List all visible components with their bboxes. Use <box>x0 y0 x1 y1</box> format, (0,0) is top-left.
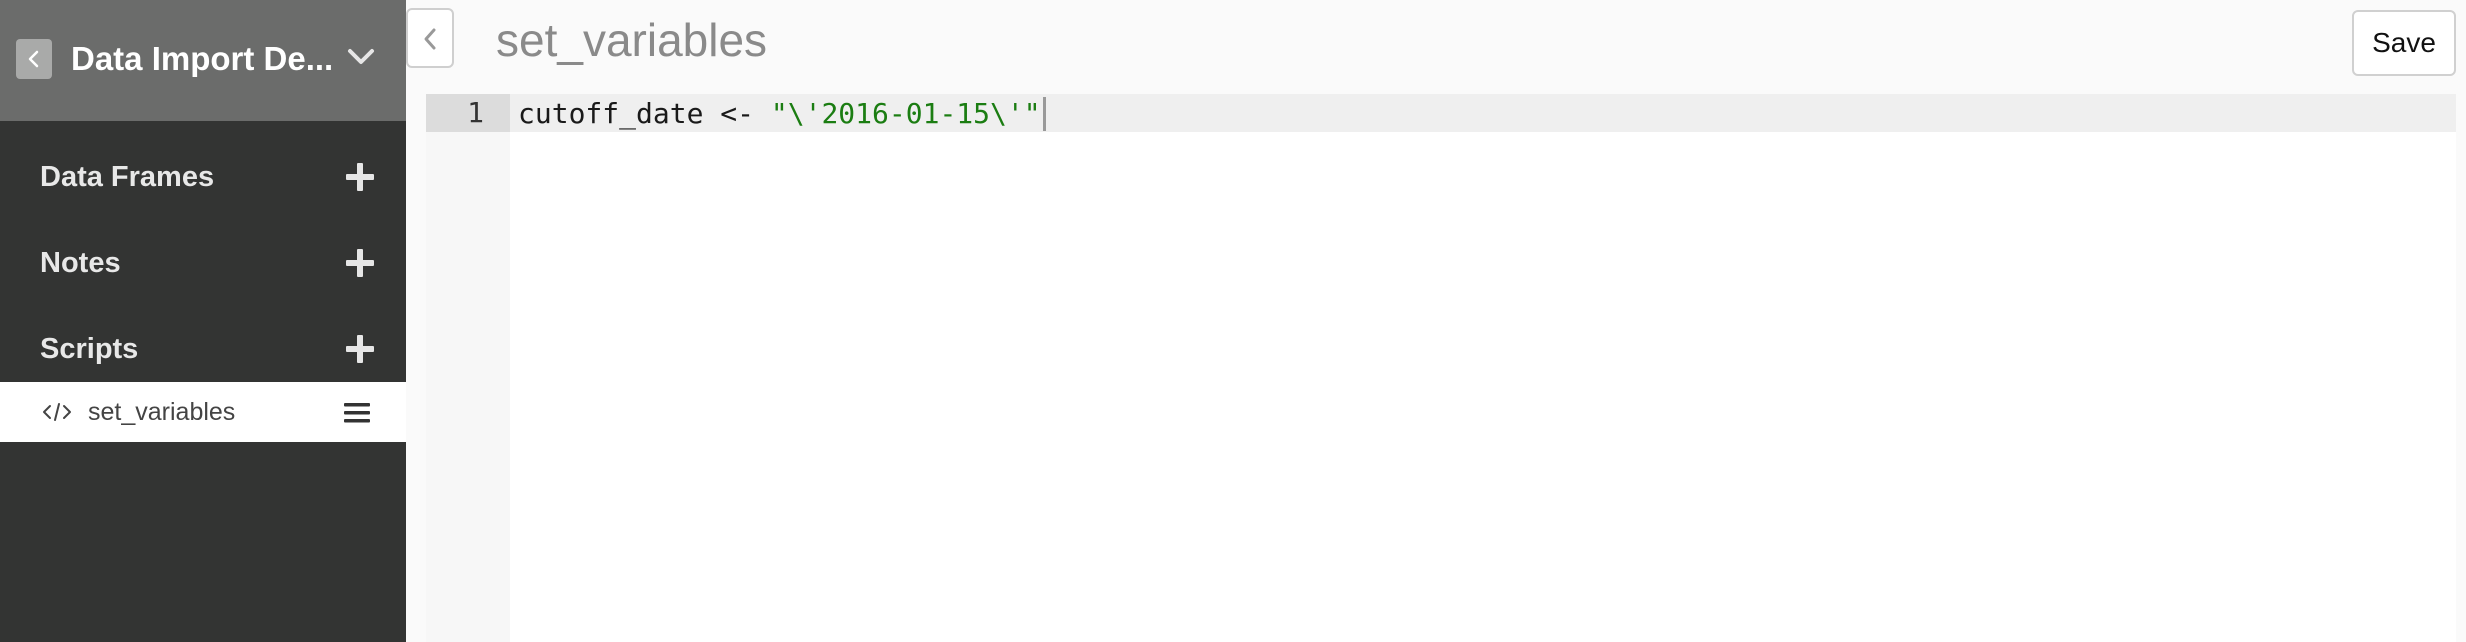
line-gutter: 1 <box>426 94 510 642</box>
sidebar-item-set-variables[interactable]: set_variables <box>0 382 406 442</box>
back-button[interactable] <box>16 39 52 79</box>
code-line[interactable]: cutoff_date <- "\'2016-01-15\'" <box>518 97 1046 131</box>
section-label: Notes <box>40 247 121 279</box>
line-number: 1 <box>467 96 484 129</box>
collapse-sidebar-button[interactable] <box>406 8 454 68</box>
section-label: Data Frames <box>40 161 215 193</box>
section-notes: Notes <box>0 234 406 292</box>
chevron-down-icon[interactable] <box>347 48 375 66</box>
workspace-title[interactable]: Data Import De... <box>71 38 333 80</box>
code-token-identifier: cutoff_date <- <box>518 97 771 130</box>
sidebar: Data Import De... Data Frames Notes Scri… <box>0 0 406 642</box>
chevron-left-icon <box>28 50 39 68</box>
page-title: set_variables <box>496 14 768 66</box>
text-cursor <box>1042 97 1046 131</box>
add-data-frame-plus-icon[interactable] <box>346 163 374 191</box>
code-token-string: "\'2016-01-15\'" <box>770 97 1041 130</box>
sidebar-item-label: set_variables <box>88 398 236 426</box>
hamburger-menu-icon[interactable] <box>344 402 370 424</box>
main-panel: set_variables Save 1 cutoff_date <- "\'2… <box>406 0 2466 642</box>
section-data-frames: Data Frames <box>0 148 406 206</box>
add-script-plus-icon[interactable] <box>346 335 374 363</box>
section-scripts: Scripts <box>0 320 406 378</box>
code-icon <box>43 403 71 421</box>
chevron-left-icon <box>424 28 436 50</box>
code-editor[interactable]: 1 cutoff_date <- "\'2016-01-15\'" <box>426 94 2456 642</box>
add-note-plus-icon[interactable] <box>346 249 374 277</box>
sidebar-header: Data Import De... <box>0 0 406 121</box>
section-label: Scripts <box>40 333 139 365</box>
save-button[interactable]: Save <box>2352 10 2456 76</box>
